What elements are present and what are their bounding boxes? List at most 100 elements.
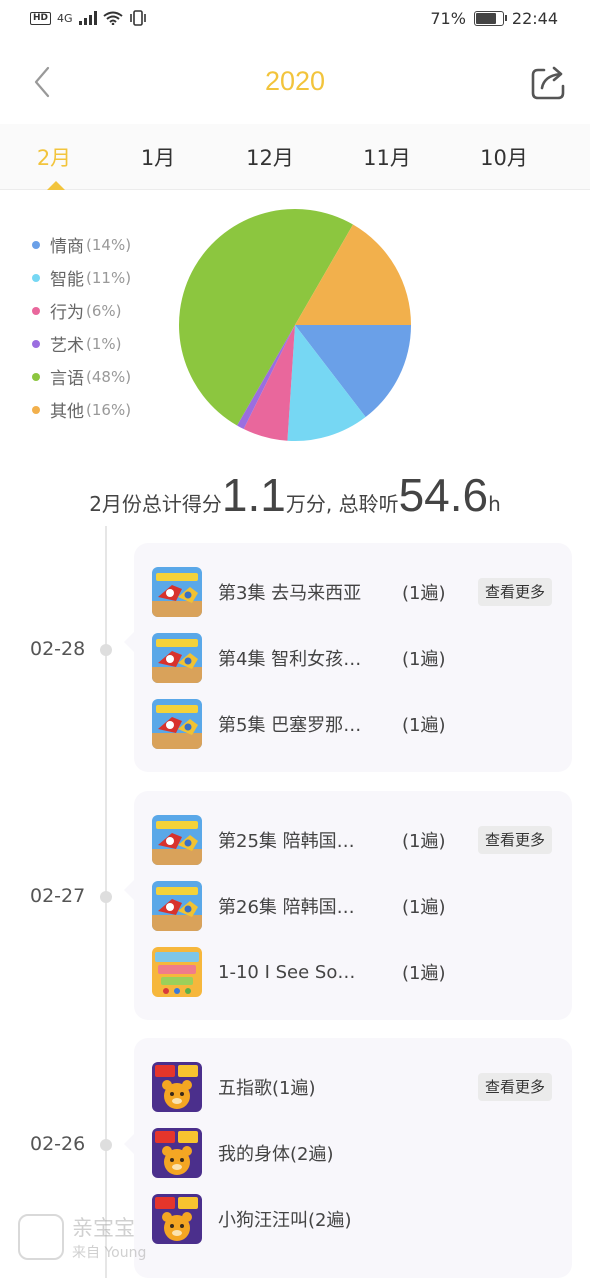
page-title: 2020 — [264, 66, 326, 96]
item-title: 第5集 巴塞罗那的家 — [218, 715, 368, 736]
legend-percent: (11%) — [86, 268, 132, 287]
list-item[interactable]: 第4集 智利女孩的梦想 (1遍) — [152, 633, 562, 683]
legend-dot — [32, 240, 40, 249]
status-bar: HD 4G 71% 22:44 — [0, 0, 590, 42]
day-card: 第3集 去马来西亚 (1遍) 查看更多 第4集 智利女孩的梦想 (1遍) 第5集… — [124, 543, 572, 772]
list-item[interactable]: 第26集 陪韩国朋友玩耍 (1遍) — [152, 881, 562, 931]
signal-icon — [78, 11, 97, 25]
legend-dot — [32, 372, 40, 381]
list-item[interactable]: 第5集 巴塞罗那的家 (1遍) — [152, 699, 562, 749]
legend-item: 智能 (11%) — [32, 261, 131, 294]
legend-dot — [32, 306, 40, 315]
watermark-logo-icon — [18, 1214, 64, 1260]
item-title: 第3集 去马来西亚 — [218, 583, 362, 604]
legend-percent: (14%) — [86, 235, 132, 254]
legend-label: 艺术 — [50, 336, 84, 356]
item-title: 1-10 I See Something — [218, 961, 368, 983]
timeline-dot — [100, 644, 112, 656]
watermark-text: 亲宝宝 来自 Young — [72, 1212, 146, 1262]
timeline-dot — [100, 1139, 112, 1151]
item-count: (1遍) — [402, 715, 446, 736]
item-count: (1遍) — [402, 583, 446, 604]
status-left: HD 4G — [30, 10, 147, 26]
item-title: 第26集 陪韩国朋友玩耍 — [218, 897, 368, 918]
tab-dec[interactable]: 12月 — [230, 142, 310, 172]
card-notch — [124, 880, 134, 900]
hd-badge: HD — [30, 11, 52, 25]
monthly-summary: 2月份总计得分1.1万分, 总聆听54.6h — [0, 468, 590, 522]
view-more-button[interactable]: 查看更多 — [477, 578, 552, 606]
legend-item: 行为 (6%) — [32, 294, 131, 327]
view-more-button[interactable]: 查看更多 — [477, 826, 552, 854]
active-tab-indicator — [47, 181, 65, 190]
day-date: 02-26 — [30, 1133, 86, 1155]
share-icon — [531, 66, 565, 100]
day-card: 第25集 陪韩国朋友过节 (1遍) 查看更多 第26集 陪韩国朋友玩耍 (1遍)… — [124, 791, 572, 1020]
list-item[interactable]: 1-10 I See Something (1遍) — [152, 947, 562, 997]
summary-prefix: 2月份总计得分 — [89, 492, 222, 516]
episode-thumbnail — [152, 881, 202, 931]
item-count: (1遍) — [402, 897, 446, 918]
card-notch — [124, 1134, 134, 1154]
tab-oct[interactable]: 10月 — [464, 142, 544, 172]
tab-feb[interactable]: 2月 — [14, 142, 94, 172]
episode-thumbnail — [152, 947, 202, 997]
legend-item: 情商 (14%) — [32, 228, 131, 261]
battery-percent: 71% — [430, 9, 466, 28]
summary-score: 1.1 — [221, 469, 286, 521]
wifi-icon — [102, 11, 123, 25]
item-title: 五指歌(1遍) — [218, 1078, 316, 1099]
episode-thumbnail — [152, 633, 202, 683]
timeline-dot — [100, 891, 112, 903]
day-card: 五指歌(1遍) 查看更多 我的身体(2遍) 小狗汪汪叫(2遍) — [124, 1038, 572, 1278]
watermark-sub: 来自 Young — [72, 1245, 147, 1261]
header: 2020 — [0, 42, 590, 124]
song-thumbnail — [152, 1194, 202, 1244]
vibrate-icon — [129, 10, 146, 26]
legend-label: 情商 — [50, 237, 84, 257]
legend-percent: (1%) — [86, 334, 122, 353]
song-thumbnail — [152, 1062, 202, 1112]
episode-thumbnail — [152, 699, 202, 749]
summary-unit: h — [488, 492, 501, 516]
item-count: (1遍) — [402, 963, 446, 984]
share-button[interactable] — [530, 64, 568, 100]
day-date: 02-27 — [30, 885, 86, 907]
legend-dot — [32, 339, 40, 348]
item-count: (1遍) — [402, 831, 446, 852]
legend-item: 艺术 (1%) — [32, 327, 131, 360]
legend-percent: (16%) — [86, 400, 132, 419]
legend-item: 其他 (16%) — [32, 393, 131, 426]
song-thumbnail — [152, 1128, 202, 1178]
legend-percent: (48%) — [86, 367, 132, 386]
legend-label: 言语 — [50, 369, 84, 389]
watermark: 亲宝宝 来自 Young — [18, 1212, 146, 1262]
list-item[interactable]: 我的身体(2遍) — [152, 1128, 562, 1178]
legend-percent: (6%) — [86, 301, 122, 320]
item-count: (1遍) — [402, 649, 446, 670]
episode-thumbnail — [152, 567, 202, 617]
view-more-button[interactable]: 查看更多 — [477, 1073, 552, 1101]
summary-middle: 万分, 总聆听 — [285, 492, 399, 516]
status-right: 71% 22:44 — [430, 9, 558, 28]
day-date: 02-28 — [30, 638, 86, 660]
summary-hours: 54.6 — [398, 469, 489, 521]
tab-nov[interactable]: 11月 — [347, 142, 427, 172]
card-notch — [124, 632, 134, 652]
legend-label: 行为 — [50, 303, 84, 323]
legend-label: 其他 — [50, 402, 84, 422]
item-title: 我的身体(2遍) — [218, 1144, 334, 1165]
legend-dot — [32, 273, 40, 282]
item-title: 小狗汪汪叫(2遍) — [218, 1210, 352, 1231]
list-item[interactable]: 小狗汪汪叫(2遍) — [152, 1194, 562, 1244]
category-pie-chart — [179, 209, 411, 441]
chart-legend: 情商 (14%) 智能 (11%) 行为 (6%) 艺术 (1%) 言语 (48%) 其他… — [32, 228, 131, 426]
battery-icon — [473, 11, 507, 26]
tab-jan[interactable]: 1月 — [118, 142, 198, 172]
item-title: 第4集 智利女孩的梦想 — [218, 649, 368, 670]
watermark-name: 亲宝宝 — [72, 1216, 135, 1240]
clock: 22:44 — [511, 9, 558, 28]
legend-label: 智能 — [50, 270, 84, 290]
legend-dot — [32, 405, 40, 414]
month-tabs: 2月 1月 12月 11月 10月 — [0, 124, 590, 190]
